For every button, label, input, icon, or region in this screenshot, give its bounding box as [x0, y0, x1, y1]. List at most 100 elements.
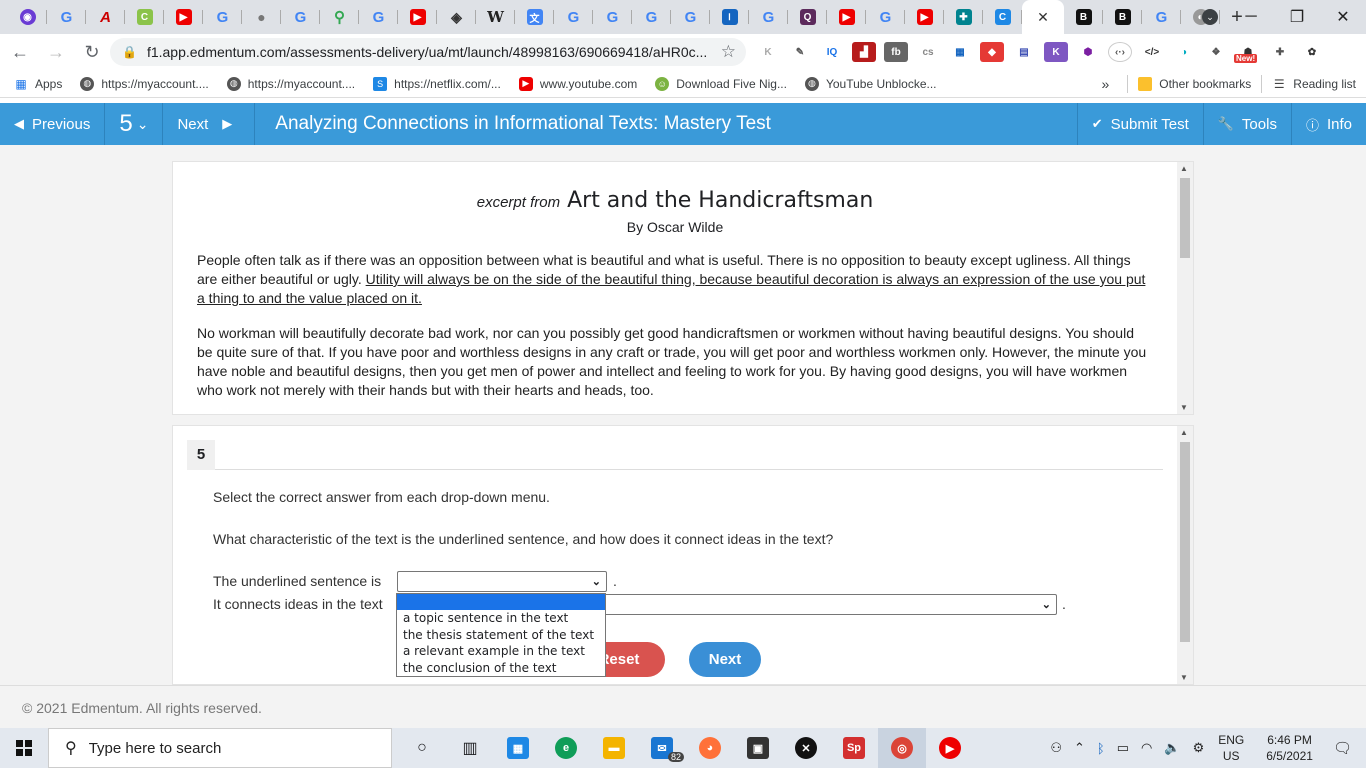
task-view-icon[interactable]: ▥: [446, 728, 494, 768]
url-text[interactable]: f1.app.edmentum.com/assessments-delivery…: [147, 44, 707, 60]
close-tab-icon[interactable]: ✕: [1037, 9, 1049, 26]
cortana-icon[interactable]: ○: [398, 728, 446, 768]
tab[interactable]: ▶: [398, 0, 437, 34]
bookmark-myaccount-1[interactable]: ◍ https://myaccount....: [80, 76, 209, 91]
clock[interactable]: 6:46 PM 6/5/2021: [1266, 732, 1313, 764]
tools-button[interactable]: 🔧 Tools: [1202, 103, 1291, 145]
tab[interactable]: G: [1142, 0, 1181, 34]
tab[interactable]: ◉: [8, 0, 47, 34]
extension-feather-icon[interactable]: ✎: [788, 42, 812, 62]
extension-cube-icon[interactable]: ⬢: [1076, 42, 1100, 62]
tab[interactable]: G: [47, 0, 86, 34]
people-icon[interactable]: ⚇: [1050, 740, 1062, 756]
scroll-up-icon[interactable]: ▲: [1180, 164, 1188, 173]
dropdown-option-blank[interactable]: [397, 594, 605, 610]
media-player-icon[interactable]: ▶: [926, 728, 974, 768]
tab-search-icon[interactable]: ⌄: [1202, 9, 1218, 25]
restore-icon[interactable]: ❐: [1274, 0, 1320, 34]
dropdown-option[interactable]: a topic sentence in the text: [397, 610, 605, 627]
reading-list[interactable]: ☰ Reading list: [1272, 77, 1356, 91]
forward-arrow-icon[interactable]: →: [40, 36, 72, 68]
tab[interactable]: G: [671, 0, 710, 34]
tab[interactable]: ▶: [905, 0, 944, 34]
tab[interactable]: ⏽: [710, 0, 749, 34]
wifi-icon[interactable]: ◠: [1141, 740, 1152, 756]
tab[interactable]: ✚: [944, 0, 983, 34]
xbox-icon[interactable]: ✕: [782, 728, 830, 768]
start-button[interactable]: [0, 728, 48, 768]
reload-icon[interactable]: ↻: [76, 36, 108, 68]
tab[interactable]: C: [125, 0, 164, 34]
info-button[interactable]: ⓘ Info: [1290, 103, 1366, 145]
active-tab[interactable]: ✕: [1022, 0, 1064, 34]
question-scrollbar[interactable]: ▲ ▼: [1177, 426, 1193, 684]
tab[interactable]: ●: [242, 0, 281, 34]
extension-blocks-icon[interactable]: ▤: [1012, 42, 1036, 62]
extension-iq-icon[interactable]: IQ: [820, 42, 844, 62]
tab[interactable]: Q: [788, 0, 827, 34]
answer-dropdown-1[interactable]: ⌄: [397, 571, 607, 592]
scrollbar-thumb[interactable]: [1180, 178, 1190, 258]
scroll-up-icon[interactable]: ▲: [1180, 428, 1188, 437]
mail-icon[interactable]: ✉ 82: [638, 728, 686, 768]
scrollbar-thumb[interactable]: [1180, 442, 1190, 642]
previous-button[interactable]: ◀ Previous: [0, 103, 106, 145]
bookmark-youtube-unblocked[interactable]: ◍ YouTube Unblocke...: [804, 76, 937, 91]
tab[interactable]: G: [593, 0, 632, 34]
tab[interactable]: C: [983, 0, 1022, 34]
extension-cs-icon[interactable]: cs: [916, 42, 940, 62]
back-arrow-icon[interactable]: ←: [4, 36, 36, 68]
bookmark-youtube[interactable]: ▶ www.youtube.com: [518, 76, 637, 91]
extension-new-icon[interactable]: ☗ New!: [1234, 42, 1260, 63]
tab[interactable]: G: [203, 0, 242, 34]
other-bookmarks[interactable]: Other bookmarks: [1138, 77, 1251, 91]
tab[interactable]: ⚲: [320, 0, 359, 34]
next-button[interactable]: Next: [689, 642, 761, 677]
extension-circle-icon[interactable]: ‹·›: [1108, 42, 1132, 62]
tab[interactable]: G: [866, 0, 905, 34]
chrome-icon[interactable]: ◎: [878, 728, 926, 768]
extension-chart-icon[interactable]: ▟: [852, 42, 876, 62]
address-bar[interactable]: 🔒 f1.app.edmentum.com/assessments-delive…: [110, 38, 746, 66]
tab[interactable]: G: [281, 0, 320, 34]
battery-icon[interactable]: ▭: [1117, 740, 1129, 756]
tray-chevron-up-icon[interactable]: ⌃: [1074, 740, 1085, 756]
dropdown-option[interactable]: the thesis statement of the text: [397, 627, 605, 644]
tab[interactable]: G: [359, 0, 398, 34]
taskbar-search[interactable]: ⚲ Type here to search: [48, 728, 392, 768]
language-indicator[interactable]: ENG US: [1218, 732, 1244, 764]
extension-fb-icon[interactable]: fb: [884, 42, 908, 62]
bookmarks-overflow-button[interactable]: »: [1101, 76, 1109, 92]
sp-app-icon[interactable]: Sp: [830, 728, 878, 768]
extension-k-icon[interactable]: K: [756, 42, 780, 62]
close-window-icon[interactable]: ✕: [1320, 0, 1366, 34]
settings-tray-icon[interactable]: ⚙: [1193, 740, 1205, 756]
scroll-down-icon[interactable]: ▼: [1180, 403, 1188, 412]
dropdown-option[interactable]: a relevant example in the text: [397, 643, 605, 660]
tab[interactable]: B: [1103, 0, 1142, 34]
store-icon[interactable]: ▣: [734, 728, 782, 768]
bookmark-netflix[interactable]: Shttps://netflix.com/...: [373, 76, 501, 91]
extension-dropbox-icon[interactable]: ❖: [1204, 42, 1228, 62]
firefox-icon[interactable]: ◕: [686, 728, 734, 768]
tab[interactable]: 文: [515, 0, 554, 34]
extension-openai-icon[interactable]: ✿: [1300, 42, 1324, 62]
next-header-button[interactable]: Next ▶: [163, 103, 256, 145]
bookmark-star-icon[interactable]: ☆: [721, 42, 736, 62]
extension-red-icon[interactable]: ◆: [980, 42, 1004, 62]
edge-icon[interactable]: e: [542, 728, 590, 768]
extensions-puzzle-icon[interactable]: ✚: [1268, 42, 1292, 62]
dropdown-option[interactable]: the conclusion of the text: [397, 660, 605, 677]
tab[interactable]: B: [1064, 0, 1103, 34]
tab[interactable]: G: [554, 0, 593, 34]
tab[interactable]: A: [86, 0, 125, 34]
tab[interactable]: ◈: [437, 0, 476, 34]
volume-icon[interactable]: 🔈: [1164, 740, 1180, 756]
bookmark-myaccount-2[interactable]: ◍ https://myaccount....: [226, 76, 355, 91]
file-explorer-icon[interactable]: ▬: [590, 728, 638, 768]
question-number-selector[interactable]: 5 ⌄: [105, 103, 164, 145]
minimize-icon[interactable]: ─: [1228, 0, 1274, 34]
tab[interactable]: G: [749, 0, 788, 34]
submit-test-button[interactable]: ✔ Submit Test: [1076, 103, 1203, 145]
notifications-icon[interactable]: 🗨: [1333, 739, 1352, 757]
